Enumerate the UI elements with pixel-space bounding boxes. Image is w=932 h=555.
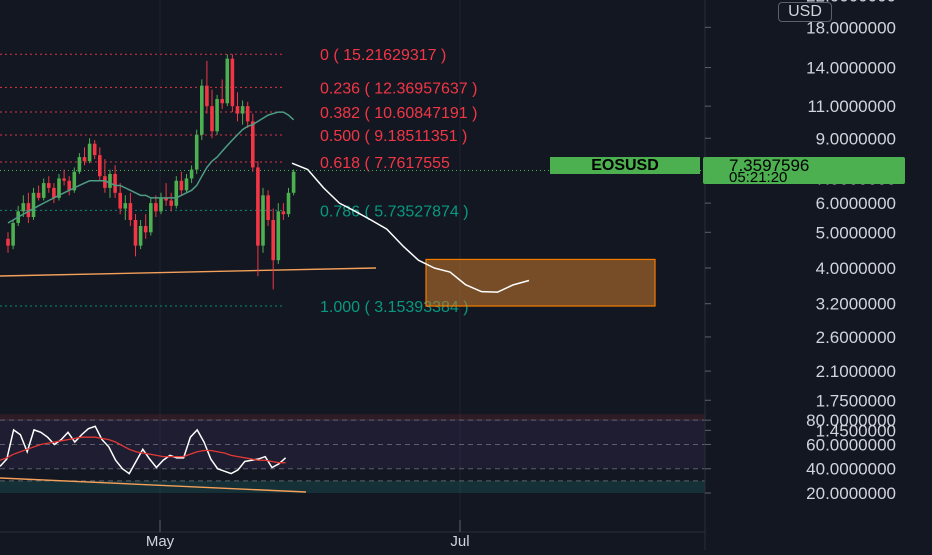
rsi-tick-label: 80.0000000 xyxy=(806,411,896,430)
support-trendline xyxy=(0,267,377,277)
target-zone xyxy=(425,258,656,307)
candle-body xyxy=(256,167,260,246)
candle-body xyxy=(220,99,224,104)
candle-body xyxy=(179,180,184,191)
candle-body xyxy=(11,222,15,246)
candle-body xyxy=(205,85,209,107)
fib-level-label: 0.382 ( 10.60847191 ) xyxy=(320,105,477,122)
fib-level-label: 0.236 ( 12.36957637 ) xyxy=(320,80,477,97)
candle-body xyxy=(276,211,281,261)
price-tick-label: 9.0000000 xyxy=(816,129,896,148)
price-tick-label: 1.7500000 xyxy=(816,391,896,410)
candle-body xyxy=(118,192,122,209)
candle-body xyxy=(251,121,255,168)
time-tick-label: Jul xyxy=(450,533,469,550)
price-tick-label: 5.0000000 xyxy=(816,223,896,242)
candle-body xyxy=(41,183,46,198)
price-tick-label: 2.6000000 xyxy=(816,328,896,347)
bar-countdown: 05:21:20 xyxy=(729,169,788,186)
candle-body xyxy=(184,178,189,191)
candle-body xyxy=(87,143,92,162)
candle-body xyxy=(62,178,66,181)
candle-body xyxy=(235,106,240,114)
chart-svg: 0 ( 15.21629317 ) 0.236 ( 12.36957637 ) 0.… xyxy=(0,0,896,550)
candle-body xyxy=(108,173,112,188)
candle-body xyxy=(98,155,102,177)
candle-body xyxy=(291,171,296,193)
candle-body xyxy=(189,169,194,179)
rsi-tick-label: 20.0000000 xyxy=(806,484,896,503)
target-zone-box xyxy=(425,258,656,307)
rsi-overbought-zone xyxy=(0,414,705,421)
currency-unit-button[interactable]: USD xyxy=(778,2,832,22)
price-tick-label: 11.0000000 xyxy=(807,97,896,116)
candle-body xyxy=(261,195,265,246)
price-tick-label: 4.0000000 xyxy=(816,259,896,278)
candle-body xyxy=(143,226,148,233)
candle-body xyxy=(138,226,143,246)
candle-body xyxy=(200,85,204,135)
candle-body xyxy=(133,219,138,246)
candle-body xyxy=(6,238,10,246)
candle-body xyxy=(52,187,56,198)
fib-level-label: 0.618 ( 7.7617555 xyxy=(320,155,450,172)
rsi-bands xyxy=(0,414,705,494)
price-axis[interactable]: 22.000000018.000000014.000000011.0000000… xyxy=(704,0,896,550)
price-tick-label: 6.0000000 xyxy=(816,194,896,213)
candle-body xyxy=(123,203,128,209)
candle-body xyxy=(128,203,133,220)
time-axis[interactable]: May Jul xyxy=(0,520,705,550)
candle-body xyxy=(240,106,245,114)
price-tick-label: 14.0000000 xyxy=(806,59,896,78)
candle-body xyxy=(245,106,250,122)
candle-body xyxy=(159,197,163,212)
candle-body xyxy=(215,99,219,132)
chart-root: 0 ( 15.21629317 ) 0.236 ( 12.36957637 ) 0.… xyxy=(0,0,932,550)
candle-body xyxy=(113,173,117,193)
fib-level-label: 0.786 ( 5.73527874 ) xyxy=(320,203,469,220)
fib-level-label: 0 ( 15.21629317 ) xyxy=(320,47,446,64)
fib-level-label: 0.500 ( 9.18511351 ) xyxy=(320,128,467,145)
time-tick-label: May xyxy=(146,533,175,550)
candle-body xyxy=(92,143,97,156)
candle-body xyxy=(169,200,173,206)
price-tick-label: 3.2000000 xyxy=(816,295,896,314)
candle-body xyxy=(21,203,26,212)
candle-body xyxy=(174,180,179,206)
candle-body xyxy=(36,192,41,198)
candle-body xyxy=(77,157,82,172)
candle-body xyxy=(82,157,87,162)
candle-body xyxy=(266,195,270,220)
candle-body xyxy=(194,134,199,170)
support-line xyxy=(0,267,377,277)
rsi-tick-label: 40.0000000 xyxy=(806,460,896,479)
candles xyxy=(6,54,296,290)
symbol-label: EOSUSD xyxy=(550,157,700,174)
last-price-badge: 7.3597596 05:21:20 xyxy=(703,156,905,186)
candle-body xyxy=(230,58,235,107)
candle-body xyxy=(286,192,291,215)
candle-body xyxy=(154,203,158,212)
candle-body xyxy=(271,219,275,261)
candle-body xyxy=(149,203,153,233)
candle-body xyxy=(31,192,36,218)
price-tick-label: 2.1000000 xyxy=(816,362,896,381)
candle-body xyxy=(210,106,214,132)
candle-body xyxy=(47,183,51,188)
candle-body xyxy=(281,211,286,215)
candle-body xyxy=(225,58,230,104)
rsi-tick-label: 60.0000000 xyxy=(806,435,896,454)
